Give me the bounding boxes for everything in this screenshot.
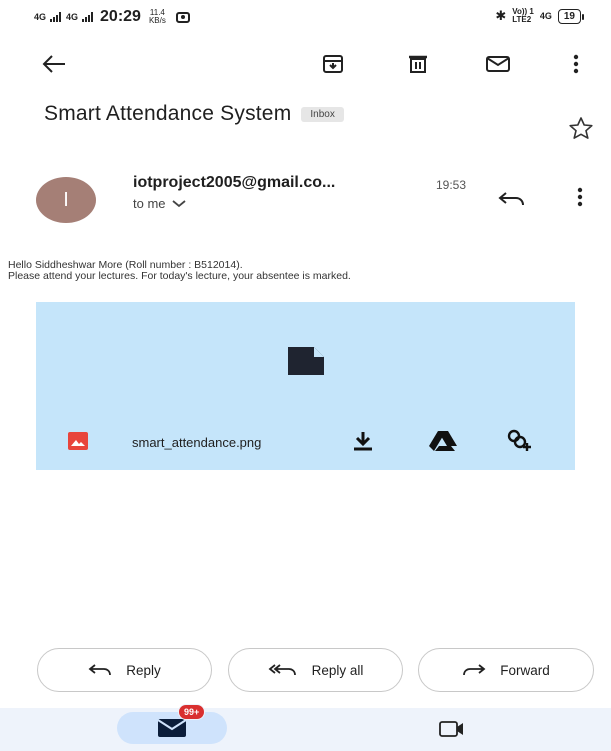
clock: 20:29 — [100, 8, 141, 25]
save-to-drive-button[interactable] — [428, 428, 458, 454]
sender-name[interactable]: iotproject2005@gmail.co... — [133, 174, 335, 192]
download-button[interactable] — [348, 428, 378, 454]
reply-all-label: Reply all — [311, 662, 364, 678]
network-speed: 11.4 KB/s — [148, 8, 166, 25]
email-body: Hello Siddheshwar More (Roll number : B5… — [8, 260, 351, 282]
mark-unread-button[interactable] — [478, 44, 518, 84]
recipient-label: to me — [133, 196, 166, 211]
quick-reply-button[interactable] — [494, 184, 530, 214]
sender-avatar[interactable]: I — [36, 177, 96, 223]
body-line: Please attend your lectures. For today's… — [8, 270, 351, 282]
reply-label: Reply — [126, 662, 161, 678]
trash-icon — [409, 55, 427, 73]
status-left: 4G 4G 20:29 11.4 KB/s — [34, 8, 190, 26]
toolbar — [0, 44, 611, 84]
message-time: 19:53 — [436, 178, 467, 192]
reply-all-icon — [268, 664, 296, 676]
reply-all-button[interactable]: Reply all — [228, 648, 403, 692]
mail-icon — [157, 719, 187, 737]
file-icon — [285, 344, 327, 378]
arrow-left-icon — [42, 55, 65, 73]
signal-3: 4G — [539, 11, 552, 21]
forward-icon — [463, 664, 486, 676]
volte-indicator: Vo)) 1 LTE2 — [512, 7, 534, 24]
recipient-toggle[interactable]: to me — [133, 196, 186, 211]
message-more-button[interactable] — [568, 182, 592, 212]
signal-1: 4G — [34, 11, 47, 22]
signal-bars-icon — [50, 12, 62, 22]
video-camera-icon — [439, 721, 463, 737]
reply-button[interactable]: Reply — [37, 648, 212, 692]
reply-icon — [88, 664, 112, 676]
back-button[interactable] — [34, 44, 74, 84]
bluetooth-icon: ✱ — [495, 8, 507, 23]
forward-label: Forward — [500, 662, 550, 678]
more-vert-icon — [577, 187, 583, 207]
forward-button[interactable]: Forward — [418, 648, 594, 692]
notification-icon — [175, 11, 190, 23]
chevron-down-icon — [171, 199, 186, 207]
archive-icon — [323, 55, 343, 73]
add-to-photos-button[interactable] — [504, 428, 534, 454]
star-icon — [569, 117, 593, 139]
unread-badge: 99+ — [178, 704, 206, 720]
more-options-button[interactable] — [556, 44, 596, 84]
download-icon — [354, 432, 372, 451]
image-icon — [68, 432, 88, 450]
delete-button[interactable] — [398, 44, 438, 84]
mail-icon — [486, 56, 510, 72]
attachment-card[interactable]: smart_attendance.png — [36, 302, 575, 470]
star-button[interactable] — [565, 114, 597, 142]
drive-icon — [429, 431, 457, 451]
attachment-filename: smart_attendance.png — [132, 435, 262, 450]
reply-icon — [498, 192, 524, 206]
nav-meet-tab[interactable] — [432, 716, 472, 742]
inbox-label[interactable]: Inbox — [301, 106, 344, 122]
bottom-navigation: 99+ — [0, 704, 611, 751]
status-bar: 4G 4G 20:29 11.4 KB/s ✱ Vo)) 1 LTE2 4G 1… — [0, 0, 611, 36]
signal-bars-icon — [82, 12, 94, 22]
archive-button[interactable] — [313, 44, 353, 84]
more-vert-icon — [573, 54, 579, 74]
status-right: ✱ Vo)) 1 LTE2 4G 19 — [495, 7, 585, 24]
subject-row: Smart Attendance System Inbox — [44, 102, 344, 126]
photos-add-icon — [507, 429, 531, 451]
signal-2: 4G — [66, 11, 79, 22]
email-subject: Smart Attendance System — [44, 102, 292, 125]
nav-mail-tab[interactable] — [117, 712, 227, 744]
battery-indicator: 19 — [557, 8, 585, 24]
